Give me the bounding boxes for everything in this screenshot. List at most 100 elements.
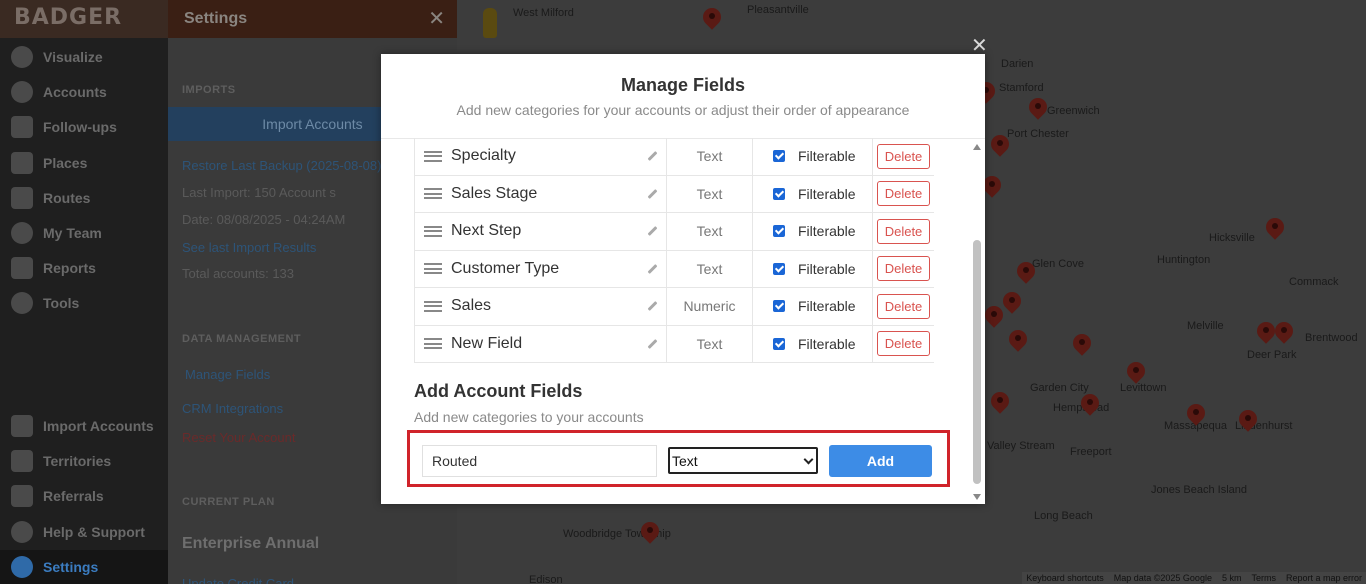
nav-item-import-accounts[interactable]: Import Accounts [0, 409, 168, 443]
filterable-checkbox[interactable] [773, 337, 785, 350]
manage-fields-link[interactable]: Manage Fields [185, 367, 270, 382]
map-pin-icon[interactable] [1127, 362, 1145, 386]
drag-handle-icon[interactable] [424, 338, 442, 350]
keyboard-shortcuts-link[interactable]: Keyboard shortcuts [1026, 573, 1104, 583]
reset-account-link[interactable]: Reset Your Account [182, 430, 295, 445]
field-row[interactable]: Customer Type Text Filterable Delete [414, 250, 934, 288]
map-label: Brentwood [1305, 332, 1358, 344]
map-label: Stamford [999, 82, 1044, 94]
map-pin-icon[interactable] [991, 135, 1009, 159]
filterable-checkbox[interactable] [773, 187, 785, 200]
edit-pencil-icon[interactable] [647, 226, 658, 237]
drag-handle-icon[interactable] [424, 188, 442, 200]
field-name-cell: New Field [414, 325, 667, 362]
field-name-cell: Sales Stage [414, 175, 667, 212]
map-pin-icon[interactable] [983, 176, 1001, 200]
modal-title: Manage Fields [620, 75, 746, 95]
field-type: Text [667, 175, 753, 212]
field-name: Next Step [451, 222, 522, 240]
delete-button[interactable]: Delete [876, 218, 931, 244]
field-name: Sales Stage [451, 184, 538, 202]
map-pin-icon[interactable] [1073, 334, 1091, 358]
nav-item-visualize[interactable]: Visualize [0, 40, 168, 74]
map-pin-icon[interactable] [1029, 98, 1047, 122]
modal-subtitle: Add new categories for your accounts or … [456, 102, 910, 118]
field-type-selected: Text [672, 452, 698, 469]
scale-text: 5 km [1221, 573, 1242, 583]
report-icon [11, 257, 33, 279]
nav-item-accounts[interactable]: Accounts [0, 75, 168, 109]
close-icon[interactable]: ✕ [428, 6, 445, 31]
field-name-cell: Next Step [414, 213, 667, 250]
drag-handle-icon[interactable] [424, 300, 442, 312]
edit-pencil-icon[interactable] [647, 301, 658, 312]
edit-pencil-icon[interactable] [647, 338, 658, 349]
delete-button[interactable]: Delete [876, 331, 931, 357]
field-row[interactable]: Next Step Text Filterable Delete [414, 213, 934, 251]
nav-item-reports[interactable]: Reports [0, 251, 168, 285]
drag-handle-icon[interactable] [424, 263, 442, 275]
terms-link[interactable]: Terms [1251, 573, 1276, 583]
drag-handle-icon[interactable] [424, 225, 442, 237]
scroll-up-arrow-icon[interactable] [973, 144, 981, 150]
filterable-cell: Filterable [753, 250, 873, 287]
nav-item-territories[interactable]: Territories [0, 444, 168, 478]
map-label: Huntington [1157, 254, 1211, 266]
add-field-button[interactable]: Add [829, 445, 932, 477]
field-row[interactable]: Sales Numeric Filterable Delete [414, 288, 934, 326]
last-import-text: Last Import: 150 Account s [182, 185, 336, 200]
new-field-name-input[interactable] [422, 445, 657, 477]
filterable-label: Filterable [798, 185, 856, 202]
map-pin-icon[interactable] [1275, 322, 1293, 346]
map-pin-icon[interactable] [1187, 404, 1205, 428]
update-card-link[interactable]: Update Credit Card [182, 576, 294, 584]
map-pin-icon[interactable] [1081, 394, 1099, 418]
restore-backup-link[interactable]: Restore Last Backup (2025-08-08) [182, 158, 381, 173]
filterable-checkbox[interactable] [773, 225, 785, 238]
filterable-checkbox[interactable] [773, 150, 785, 163]
map-pin-icon[interactable] [1239, 410, 1257, 434]
crm-integrations-link[interactable]: CRM Integrations [182, 401, 283, 416]
filterable-checkbox[interactable] [773, 300, 785, 313]
delete-button[interactable]: Delete [876, 293, 931, 319]
map-pin-icon[interactable] [1257, 322, 1275, 346]
drag-handle-icon[interactable] [424, 150, 442, 162]
delete-button[interactable]: Delete [876, 181, 931, 207]
nav-item-settings[interactable]: Settings [0, 550, 168, 584]
delete-button[interactable]: Delete [876, 256, 931, 282]
field-row[interactable]: Sales Stage Text Filterable Delete [414, 175, 934, 213]
edit-pencil-icon[interactable] [647, 188, 658, 199]
field-type-select[interactable]: Text [668, 447, 818, 474]
filterable-checkbox[interactable] [773, 262, 785, 275]
nav-item-places[interactable]: Places [0, 146, 168, 180]
map-pin-icon[interactable] [1017, 262, 1035, 286]
map-pin-icon[interactable] [1003, 292, 1021, 316]
nav-item-tools[interactable]: Tools [0, 286, 168, 320]
map-pin-icon[interactable] [1266, 218, 1284, 242]
modal-scrollbar[interactable] [971, 140, 983, 504]
filterable-label: Filterable [798, 260, 856, 277]
map-pin-icon[interactable] [985, 306, 1003, 330]
settings-title: Settings [184, 10, 248, 27]
report-error-link[interactable]: Report a map error [1286, 573, 1362, 583]
field-row[interactable]: New Field Text Filterable Delete [414, 325, 934, 363]
field-row[interactable]: Specialty Text Filterable Delete [414, 138, 934, 176]
person-icon [11, 81, 33, 103]
scroll-down-arrow-icon[interactable] [973, 494, 981, 500]
map-pin-icon[interactable] [1009, 330, 1027, 354]
delete-button[interactable]: Delete [876, 143, 931, 169]
filterable-label: Filterable [798, 223, 856, 240]
nav-item-my-team[interactable]: My Team [0, 216, 168, 250]
edit-pencil-icon[interactable] [647, 263, 658, 274]
see-last-import-link[interactable]: See last Import Results [182, 240, 316, 255]
pegman-icon[interactable] [483, 8, 497, 38]
nav-item-referrals[interactable]: Referrals [0, 479, 168, 513]
nav-item-follow-ups[interactable]: Follow-ups [0, 110, 168, 144]
nav-item-routes[interactable]: Routes [0, 181, 168, 215]
map-pin-icon[interactable] [641, 522, 659, 546]
map-pin-icon[interactable] [991, 392, 1009, 416]
map-pin-icon[interactable] [703, 8, 721, 32]
edit-pencil-icon[interactable] [647, 151, 658, 162]
nav-item-help-support[interactable]: Help & Support [0, 515, 168, 549]
scroll-thumb[interactable] [973, 240, 981, 484]
